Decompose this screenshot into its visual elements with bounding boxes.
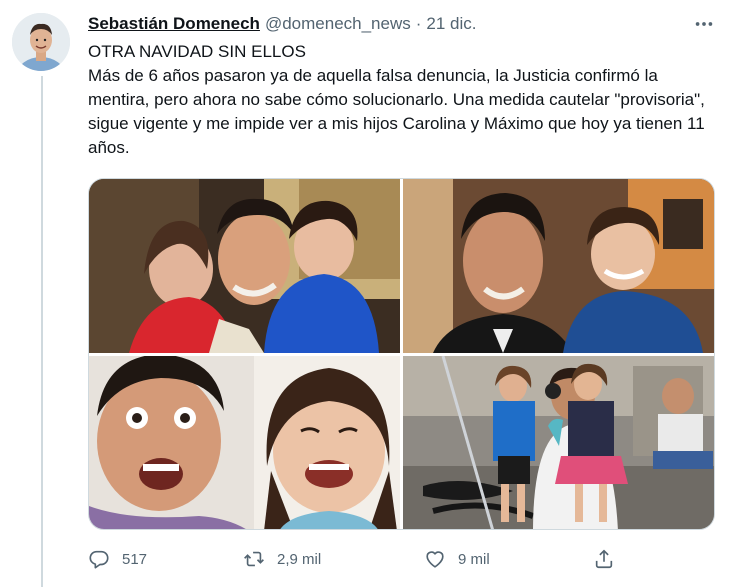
tweet-text-line: Más de 6 años pasaron ya de aquella fals… — [88, 66, 705, 157]
like-button[interactable]: 9 mil — [424, 548, 490, 570]
reply-count: 517 — [122, 550, 148, 568]
share-button[interactable] — [593, 548, 627, 570]
retweet-icon — [244, 551, 264, 567]
author-handle[interactable]: @domenech_news — [265, 14, 411, 34]
reply-icon — [89, 550, 109, 569]
retweet-button[interactable]: 2,9 mil — [243, 548, 321, 570]
retweet-count: 2,9 mil — [277, 550, 322, 568]
separator-dot: · — [415, 14, 422, 33]
heart-icon — [426, 551, 444, 568]
media-photo-4[interactable] — [403, 356, 714, 529]
reply-button[interactable]: 517 — [88, 548, 147, 570]
tweet-text-line: OTRA NAVIDAD SIN ELLOS — [88, 42, 306, 61]
avatar[interactable] — [12, 13, 70, 71]
media-grid — [88, 178, 715, 530]
more-icon[interactable] — [690, 14, 718, 34]
share-icon — [595, 549, 613, 569]
author-name[interactable]: Sebastián Domenech — [88, 14, 260, 34]
tweet-header: Sebastián Domenech @domenech_news · 21 d… — [88, 14, 477, 34]
thread-connector-line — [41, 76, 43, 587]
tweet-text: OTRA NAVIDAD SIN ELLOS Más de 6 años pas… — [88, 40, 723, 160]
avatar-image — [12, 13, 70, 71]
tweet-date[interactable]: 21 dic. — [426, 14, 476, 34]
media-photo-1[interactable] — [89, 179, 400, 353]
like-count: 9 mil — [458, 550, 490, 568]
tweet-actions: 517 2,9 mil 9 mil — [88, 544, 618, 574]
media-photo-2[interactable] — [403, 179, 714, 353]
media-photo-3[interactable] — [89, 356, 400, 529]
